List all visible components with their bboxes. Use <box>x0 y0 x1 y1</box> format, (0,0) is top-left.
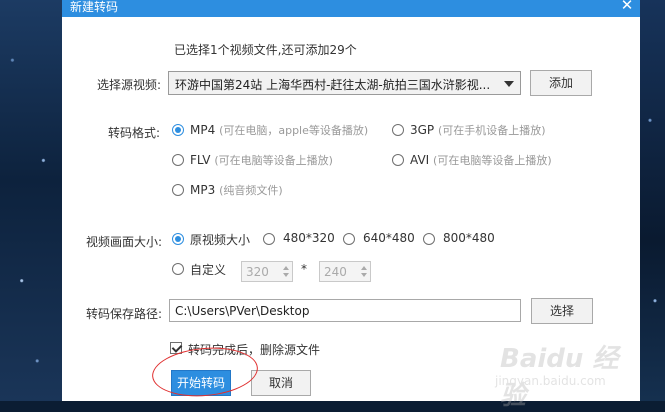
new-transcode-dialog: 新建转码 ✕ 已选择1个视频文件,还可添加29个 选择源视频: 环游中国第24站… <box>62 0 640 401</box>
size-radio-480x320[interactable] <box>263 233 275 245</box>
format-name: MP3 <box>190 183 216 197</box>
title-bar[interactable]: 新建转码 ✕ <box>62 0 640 17</box>
size-radio-custom[interactable] <box>172 263 184 275</box>
format-name: 3GP <box>410 123 435 137</box>
format-name: AVI <box>410 153 430 167</box>
checkmark-icon <box>171 342 183 353</box>
desktop-background-left <box>0 0 62 401</box>
source-video-value: 环游中国第24站 上海华西村-赶往太湖-航拍三国水浒影视... <box>175 78 491 92</box>
spin-up-icon[interactable] <box>361 266 367 270</box>
selection-summary: 已选择1个视频文件,还可添加29个 <box>174 43 357 57</box>
format-desc: (纯音频文件) <box>219 184 283 197</box>
start-transcode-button[interactable]: 开始转码 <box>171 370 231 396</box>
format-name: MP4 <box>190 123 216 137</box>
format-option-mp4[interactable]: MP4 (可在电脑，apple等设备播放) <box>190 122 368 138</box>
close-icon[interactable]: ✕ <box>620 0 634 14</box>
size-radio-original[interactable] <box>172 233 184 245</box>
size-option-custom[interactable]: 自定义 <box>190 261 226 278</box>
format-radio-avi[interactable] <box>392 154 404 166</box>
custom-height-value: 240 <box>324 265 347 279</box>
desktop-background-right <box>640 0 665 401</box>
format-desc: (可在手机设备上播放) <box>438 124 546 137</box>
format-desc: (可在电脑等设备上播放) <box>433 154 552 167</box>
format-option-mp3[interactable]: MP3 (纯音频文件) <box>190 182 283 198</box>
spin-down-icon[interactable] <box>283 273 289 277</box>
source-video-select[interactable]: 环游中国第24站 上海华西村-赶往太湖-航拍三国水浒影视... <box>168 71 521 95</box>
delete-source-label[interactable]: 转码完成后，删除源文件 <box>188 341 320 358</box>
add-button[interactable]: 添加 <box>530 70 592 96</box>
format-label: 转码格式: <box>108 126 161 140</box>
custom-width-stepper[interactable]: 320 <box>241 261 293 282</box>
size-option-original[interactable]: 原视频大小 <box>190 231 250 248</box>
choose-path-button[interactable]: 选择 <box>531 298 593 324</box>
source-video-label: 选择源视频: <box>97 78 162 92</box>
dialog-title: 新建转码 <box>70 0 119 14</box>
format-desc: (可在电脑等设备上播放) <box>214 154 333 167</box>
size-radio-800x480[interactable] <box>423 233 435 245</box>
cancel-button[interactable]: 取消 <box>251 370 311 396</box>
format-radio-mp3[interactable] <box>172 184 184 196</box>
size-radio-640x480[interactable] <box>343 233 355 245</box>
size-option-640x480[interactable]: 640*480 <box>363 231 415 245</box>
spin-down-icon[interactable] <box>361 273 367 277</box>
format-radio-flv[interactable] <box>172 154 184 166</box>
save-path-value: C:\Users\PVer\Desktop <box>175 304 310 318</box>
format-name: FLV <box>190 153 211 167</box>
chevron-down-icon[interactable] <box>504 81 514 87</box>
save-path-input[interactable]: C:\Users\PVer\Desktop <box>169 299 521 322</box>
custom-size-separator: * <box>301 262 307 276</box>
size-option-800x480[interactable]: 800*480 <box>443 231 495 245</box>
video-size-label: 视频画面大小: <box>86 235 163 249</box>
custom-height-stepper[interactable]: 240 <box>319 261 371 282</box>
format-desc: (可在电脑，apple等设备播放) <box>219 124 369 137</box>
format-radio-3gp[interactable] <box>392 124 404 136</box>
format-option-3gp[interactable]: 3GP (可在手机设备上播放) <box>410 122 546 138</box>
format-radio-mp4[interactable] <box>172 124 184 136</box>
format-option-avi[interactable]: AVI (可在电脑等设备上播放) <box>410 152 552 168</box>
custom-width-value: 320 <box>246 265 269 279</box>
size-option-480x320[interactable]: 480*320 <box>283 231 335 245</box>
delete-source-checkbox[interactable] <box>170 342 183 354</box>
format-option-flv[interactable]: FLV (可在电脑等设备上播放) <box>190 152 333 168</box>
save-path-label: 转码保存路径: <box>86 307 163 321</box>
spin-up-icon[interactable] <box>283 266 289 270</box>
